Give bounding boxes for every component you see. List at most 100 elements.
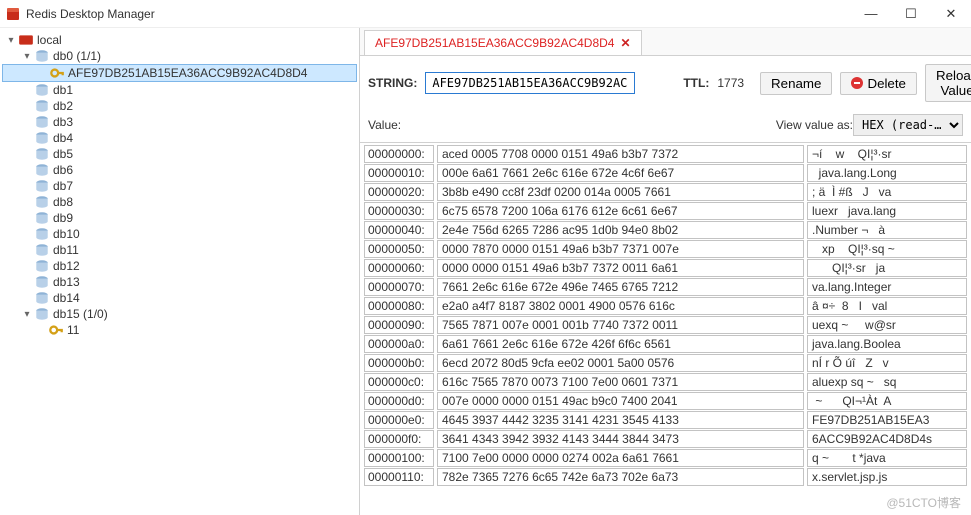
- hex-row: 00000050:0000 7870 0000 0151 49a6 b3b7 7…: [364, 240, 967, 258]
- hex-bytes: 6a61 7661 2e6c 616e 672e 426f 6f6c 6561: [437, 335, 804, 353]
- hex-row: 00000020:3b8b e490 cc8f 23df 0200 014a 0…: [364, 183, 967, 201]
- hex-bytes: e2a0 a4f7 8187 3802 0001 4900 0576 616c: [437, 297, 804, 315]
- hex-ascii: va.lang.Integer: [807, 278, 967, 296]
- view-mode-select[interactable]: HEX (read-…: [853, 114, 963, 136]
- tree-db-node[interactable]: db3: [2, 114, 357, 130]
- hex-row: 00000110:782e 7365 7276 6c65 742e 6a73 7…: [364, 468, 967, 486]
- delete-button[interactable]: Delete: [840, 72, 917, 95]
- hex-offset: 00000010:: [364, 164, 434, 182]
- hex-offset: 00000040:: [364, 221, 434, 239]
- hex-row: 00000100:7100 7e00 0000 0000 0274 002a 6…: [364, 449, 967, 467]
- db-icon: [34, 211, 50, 225]
- db-icon: [34, 243, 50, 257]
- hex-bytes: 2e4e 756d 6265 7286 ac95 1d0b 94e0 8b02: [437, 221, 804, 239]
- tree-db-node[interactable]: db4: [2, 130, 357, 146]
- db-icon: [34, 49, 50, 63]
- key-tree[interactable]: ▾ local ▾db0 (1/1)AFE97DB251AB15EA36ACC9…: [0, 28, 360, 515]
- tree-db-node[interactable]: db9: [2, 210, 357, 226]
- hex-ascii: .Number ¬ à: [807, 221, 967, 239]
- tree-db-node[interactable]: db7: [2, 178, 357, 194]
- db-icon: [34, 131, 50, 145]
- hex-viewer[interactable]: 00000000:aced 0005 7708 0000 0151 49a6 b…: [360, 142, 971, 515]
- hex-row: 00000000:aced 0005 7708 0000 0151 49a6 b…: [364, 145, 967, 163]
- ttl-label: TTL:: [683, 76, 709, 90]
- hex-bytes: 6c75 6578 7200 106a 6176 612e 6c61 6e67: [437, 202, 804, 220]
- hex-offset: 000000e0:: [364, 411, 434, 429]
- key-bar: STRING: TTL: 1773 Rename Delete Reload V…: [360, 56, 971, 108]
- db-icon: [34, 163, 50, 177]
- hex-offset: 00000090:: [364, 316, 434, 334]
- tree-db-node[interactable]: db6: [2, 162, 357, 178]
- window-title: Redis Desktop Manager: [26, 7, 155, 21]
- app-icon: [6, 7, 20, 21]
- hex-row: 000000a0:6a61 7661 2e6c 616e 672e 426f 6…: [364, 335, 967, 353]
- hex-ascii: uexq ~ w@sr: [807, 316, 967, 334]
- tree-db-node[interactable]: ▾db0 (1/1): [2, 48, 357, 64]
- tree-key-node[interactable]: 11: [2, 322, 357, 338]
- hex-bytes: 4645 3937 4442 3235 3141 4231 3545 4133: [437, 411, 804, 429]
- tree-server-node[interactable]: ▾ local: [2, 32, 357, 48]
- min-button[interactable]: —: [851, 6, 891, 22]
- key-name-input[interactable]: [425, 72, 635, 94]
- tree-db-node[interactable]: db11: [2, 242, 357, 258]
- hex-offset: 00000070:: [364, 278, 434, 296]
- hex-row: 00000070:7661 2e6c 616e 672e 496e 7465 6…: [364, 278, 967, 296]
- tree-db-node[interactable]: db5: [2, 146, 357, 162]
- chevron-icon[interactable]: ▾: [20, 309, 34, 320]
- ttl-value: 1773: [717, 76, 744, 90]
- hex-offset: 000000b0:: [364, 354, 434, 372]
- type-label: STRING:: [368, 76, 417, 90]
- close-button[interactable]: ✕: [931, 6, 971, 22]
- hex-row: 00000040:2e4e 756d 6265 7286 ac95 1d0b 9…: [364, 221, 967, 239]
- hex-ascii: x.servlet.jsp.js: [807, 468, 967, 486]
- hex-bytes: 3641 4343 3942 3932 4143 3444 3844 3473: [437, 430, 804, 448]
- reload-button[interactable]: Reload Value: [925, 64, 971, 102]
- watermark: @51CTO博客: [886, 494, 961, 511]
- hex-offset: 00000030:: [364, 202, 434, 220]
- tree-db-node[interactable]: db2: [2, 98, 357, 114]
- close-icon[interactable]: ✕: [620, 36, 630, 50]
- hex-bytes: 616c 7565 7870 0073 7100 7e00 0601 7371: [437, 373, 804, 391]
- db-icon: [34, 179, 50, 193]
- tab-key[interactable]: AFE97DB251AB15EA36ACC9B92AC4D8D4 ✕: [364, 30, 642, 55]
- hex-bytes: 7100 7e00 0000 0000 0274 002a 6a61 7661: [437, 449, 804, 467]
- hex-bytes: 7661 2e6c 616e 672e 496e 7465 6765 7212: [437, 278, 804, 296]
- tree-db-node[interactable]: db1: [2, 82, 357, 98]
- hex-bytes: 7565 7871 007e 0001 001b 7740 7372 0011: [437, 316, 804, 334]
- hex-row: 000000d0:007e 0000 0000 0151 49ac b9c0 7…: [364, 392, 967, 410]
- hex-row: 00000060:0000 0000 0151 49a6 b3b7 7372 0…: [364, 259, 967, 277]
- max-button[interactable]: ☐: [891, 6, 931, 22]
- hex-row: 00000080:e2a0 a4f7 8187 3802 0001 4900 0…: [364, 297, 967, 315]
- hex-ascii: aluexp sq ~ sq: [807, 373, 967, 391]
- hex-offset: 00000050:: [364, 240, 434, 258]
- hex-offset: 00000110:: [364, 468, 434, 486]
- tree-db-node[interactable]: db12: [2, 258, 357, 274]
- chevron-icon[interactable]: ▾: [20, 51, 34, 62]
- tree-db-node[interactable]: db8: [2, 194, 357, 210]
- hex-bytes: 3b8b e490 cc8f 23df 0200 014a 0005 7661: [437, 183, 804, 201]
- db-icon: [34, 195, 50, 209]
- chevron-down-icon[interactable]: ▾: [4, 35, 18, 46]
- value-label: Value:: [368, 118, 401, 132]
- tree-db-node[interactable]: db10: [2, 226, 357, 242]
- tab-title: AFE97DB251AB15EA36ACC9B92AC4D8D4: [375, 36, 614, 50]
- tab-strip: AFE97DB251AB15EA36ACC9B92AC4D8D4 ✕: [360, 28, 971, 56]
- titlebar: Redis Desktop Manager — ☐ ✕: [0, 0, 971, 28]
- hex-offset: 00000020:: [364, 183, 434, 201]
- rename-button[interactable]: Rename: [760, 72, 832, 95]
- hex-row: 000000f0:3641 4343 3942 3932 4143 3444 3…: [364, 430, 967, 448]
- key-icon: [48, 323, 64, 337]
- tree-db-node[interactable]: ▾db15 (1/0): [2, 306, 357, 322]
- hex-ascii: 6ACC9B92AC4D8D4s: [807, 430, 967, 448]
- hex-ascii: ~ QI¬¹Àt A: [807, 392, 967, 410]
- tree-db-node[interactable]: db14: [2, 290, 357, 306]
- hex-offset: 00000080:: [364, 297, 434, 315]
- hex-ascii: luexr java.lang: [807, 202, 967, 220]
- hex-ascii: QI¦³·sr ja: [807, 259, 967, 277]
- db-icon: [34, 147, 50, 161]
- tree-db-node[interactable]: db13: [2, 274, 357, 290]
- tree-key-node[interactable]: AFE97DB251AB15EA36ACC9B92AC4D8D4: [2, 64, 357, 82]
- delete-icon: [851, 77, 863, 89]
- db-icon: [34, 291, 50, 305]
- hex-bytes: 007e 0000 0000 0151 49ac b9c0 7400 2041: [437, 392, 804, 410]
